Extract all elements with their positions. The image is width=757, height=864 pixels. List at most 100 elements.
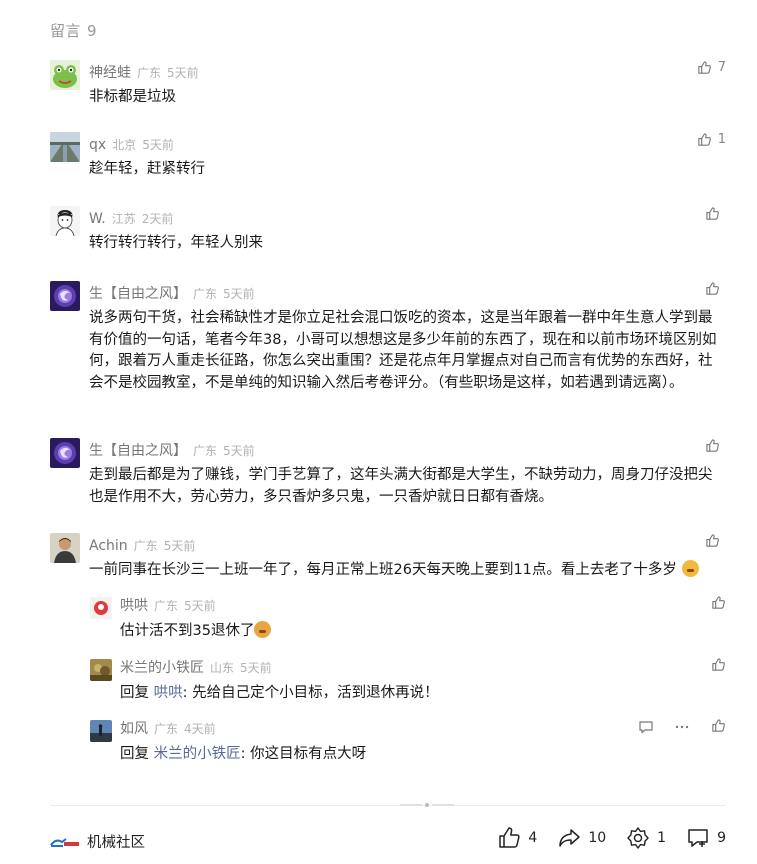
thumbs-up-icon	[499, 827, 521, 848]
avatar[interactable]	[50, 132, 80, 162]
surprised-emoji-icon	[254, 621, 272, 638]
like-button[interactable]	[711, 718, 726, 733]
comment-text: 说多两句干货，社会稀缺性才是你立足社会混口饭吃的资本，这是当年跟着一群中年生意人…	[89, 310, 717, 391]
more-options-icon[interactable]	[674, 719, 690, 735]
reply-text-content: : 你这目标有点大呀	[240, 746, 367, 762]
like-button[interactable]	[705, 438, 726, 453]
comment-text: 一前同事在长沙三一上班一年了，每月正常上班26天每天晚上要到11点。看上去老了十…	[89, 560, 725, 582]
avatar[interactable]	[50, 60, 80, 90]
footer-actions: 4 10 1 9	[477, 826, 726, 850]
commenter-location: 广东	[193, 287, 218, 301]
reply-item: 哄哄 广东 5天前 估计活不到35退休了	[90, 595, 726, 645]
comment-icon[interactable]	[638, 719, 654, 735]
commenter-name[interactable]: 神经蛙	[89, 65, 131, 81]
reply-tools	[638, 719, 690, 735]
thumbs-up-icon	[706, 207, 719, 220]
thumbs-up-icon	[698, 133, 711, 146]
comment-text: 非标都是垃圾	[89, 89, 176, 105]
reply-text: 估计活不到35退休了	[120, 621, 720, 643]
reply-time: 4天前	[184, 722, 216, 736]
reply-text: 回复 哄哄: 先给自己定个小目标，活到退休再说！	[120, 683, 720, 705]
replier-location: 山东	[210, 661, 235, 675]
wow-count: 1	[657, 830, 667, 846]
brand-logo-icon	[50, 837, 79, 847]
share-count: 10	[588, 830, 607, 846]
reply-target-name[interactable]: 米兰的小铁匠	[154, 746, 241, 762]
reply-target-name[interactable]: 哄哄	[154, 685, 183, 701]
comment-item: Achin 广东 5天前 一前同事在长沙三一上班一年了，每月正常上班26天每天晚上要…	[50, 533, 726, 583]
comment-meta: Achin 广东 5天前	[89, 535, 195, 554]
commenter-name[interactable]: 生【自由之风】	[89, 443, 187, 459]
article-like-count: 4	[528, 830, 538, 846]
avatar[interactable]	[50, 533, 80, 563]
thumbs-up-icon	[698, 61, 711, 74]
account-brand[interactable]: 机械社区	[50, 831, 145, 852]
like-button[interactable]	[711, 657, 726, 672]
like-button[interactable]	[705, 533, 726, 548]
comment-meta: W. 江苏 2天前	[89, 208, 173, 227]
comment-time: 5天前	[167, 66, 199, 80]
like-button[interactable]: 1	[697, 132, 726, 147]
reply-item: 如风 广东 4天前 回复 米兰的小铁匠: 你这目标有点大呀	[90, 718, 726, 768]
like-article-button[interactable]: 4	[497, 826, 537, 850]
reply-meta: 如风 广东 4天前	[120, 718, 216, 738]
avatar[interactable]	[50, 206, 80, 236]
scroll-indicator	[400, 803, 454, 807]
comment-add-icon	[688, 829, 708, 847]
replier-location: 广东	[154, 599, 179, 613]
replier-location: 广东	[154, 722, 179, 736]
share-button[interactable]: 10	[557, 826, 606, 850]
replier-name[interactable]: 米兰的小铁匠	[120, 660, 204, 676]
comment-time: 5天前	[142, 138, 174, 152]
avatar[interactable]	[90, 597, 112, 619]
write-comment-button[interactable]: 9	[686, 826, 726, 850]
thumbs-up-icon	[712, 596, 725, 609]
commenter-name[interactable]: Achin	[89, 538, 128, 554]
avatar[interactable]	[90, 659, 112, 681]
thumbs-up-icon	[712, 719, 725, 732]
commenter-location: 广东	[193, 444, 218, 458]
comment-time: 2天前	[141, 212, 174, 226]
avatar[interactable]	[50, 281, 80, 311]
commenter-location: 广东	[133, 539, 158, 553]
comment-text: 趁年轻，赶紧转行	[89, 161, 205, 177]
commenter-name[interactable]: W.	[89, 211, 106, 227]
comment-meta: 生【自由之风】 广东 5天前	[89, 283, 255, 303]
like-button[interactable]: 7	[697, 60, 726, 75]
brand-name: 机械社区	[87, 835, 145, 851]
comment-meta: 生【自由之风】 广东 5天前	[89, 440, 255, 460]
share-icon	[559, 829, 581, 847]
comment-item: W. 江苏 2天前 转行转行转行，年轻人别来	[50, 206, 726, 256]
footer-divider	[50, 803, 726, 807]
commenter-name[interactable]: qx	[89, 137, 106, 153]
like-button[interactable]	[705, 281, 726, 296]
commenter-location: 江苏	[111, 212, 136, 226]
replier-name[interactable]: 哄哄	[120, 598, 148, 614]
avatar[interactable]	[50, 438, 80, 468]
like-count: 1	[717, 132, 726, 147]
comments-header-label: 留言	[50, 22, 82, 40]
like-button[interactable]	[711, 595, 726, 610]
like-button[interactable]	[705, 206, 726, 221]
reply-prefix: 回复	[120, 685, 154, 701]
replier-name[interactable]: 如风	[120, 721, 148, 737]
comment-text: 转行转行转行，年轻人别来	[89, 235, 263, 251]
comment-item: qx 北京 5天前 1 趁年轻，赶紧转行	[50, 132, 726, 182]
reply-time: 5天前	[240, 661, 272, 675]
comment-time: 5天前	[223, 444, 255, 458]
thumbs-up-icon	[706, 534, 719, 547]
thumbs-up-icon	[706, 439, 719, 452]
reply-text: 回复 米兰的小铁匠: 你这目标有点大呀	[120, 744, 720, 766]
reply-text-content: 估计活不到35退休了	[120, 623, 255, 639]
reply-meta: 哄哄 广东 5天前	[120, 595, 216, 615]
comment-item: 生【自由之风】 广东 5天前 走到最后都是为了赚钱，学门手艺算了，这年头满大街都是大…	[50, 438, 726, 513]
comment-meta: qx 北京 5天前	[89, 134, 174, 153]
avatar[interactable]	[90, 720, 112, 742]
sweat-smile-emoji-icon	[681, 560, 699, 577]
reply-prefix: 回复	[120, 746, 154, 762]
comment-count: 9	[717, 830, 726, 846]
commenter-name[interactable]: 生【自由之风】	[89, 286, 187, 302]
commenter-location: 广东	[137, 66, 162, 80]
wow-button[interactable]: 1	[626, 826, 666, 850]
bottom-action-bar: 机械社区 4 10 1 9	[50, 826, 726, 856]
